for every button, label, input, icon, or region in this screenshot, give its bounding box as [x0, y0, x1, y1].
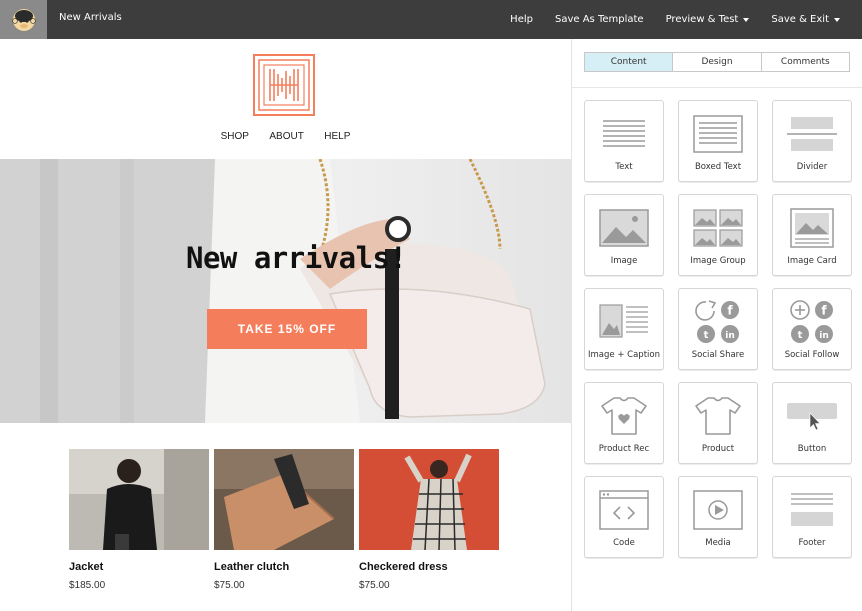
block-label: Image Card — [787, 256, 837, 266]
product-name: Jacket — [69, 561, 104, 573]
block-label: Text — [615, 162, 633, 172]
preview-test-menu[interactable]: Preview & Test — [666, 14, 750, 25]
tab-comments[interactable]: Comments — [761, 53, 849, 71]
product-card-checkered-dress[interactable]: Checkered dress $75.00 — [359, 449, 499, 591]
product-name: Leather clutch — [214, 561, 290, 573]
block-label: Social Follow — [784, 350, 840, 360]
content-blocks-grid: Text Boxed Text Divider Image Image Grou… — [584, 100, 854, 558]
product-image-jacket — [69, 449, 209, 550]
divider-icon — [773, 111, 851, 157]
image-group-icon — [679, 205, 757, 251]
save-exit-menu[interactable]: Save & Exit — [771, 14, 840, 25]
svg-text:in: in — [725, 331, 735, 341]
block-social-follow[interactable]: f t in Social Follow — [772, 288, 852, 370]
block-label: Boxed Text — [694, 162, 742, 172]
brand-logo-icon[interactable] — [253, 54, 315, 116]
save-exit-label: Save & Exit — [771, 14, 829, 25]
image-icon — [585, 205, 663, 251]
help-menu[interactable]: Help — [510, 14, 533, 25]
image-card-icon — [773, 205, 851, 251]
email-nav: SHOP ABOUT HELP — [0, 126, 571, 144]
button-icon — [773, 393, 851, 439]
social-share-icon: f t in — [679, 299, 757, 345]
block-label: Social Share — [691, 350, 745, 360]
block-label: Divider — [796, 162, 828, 172]
block-label: Image — [610, 256, 638, 266]
product-card-jacket[interactable]: Jacket $185.00 — [69, 449, 209, 591]
mailchimp-logo-icon[interactable] — [0, 0, 47, 39]
tab-content[interactable]: Content — [585, 53, 674, 71]
top-bar: New Arrivals Help Save As Template Previ… — [0, 0, 862, 39]
nav-help-link[interactable]: HELP — [324, 131, 350, 142]
help-menu-label: Help — [510, 14, 533, 25]
product-image-leather-clutch — [214, 449, 354, 550]
block-product[interactable]: Product — [678, 382, 758, 464]
svg-text:f: f — [821, 304, 827, 318]
editor-sidebar: Content Design Comments Text Boxed Text … — [571, 39, 862, 611]
nav-about-link[interactable]: ABOUT — [269, 131, 303, 142]
svg-text:in: in — [819, 331, 829, 341]
block-footer[interactable]: Footer — [772, 476, 852, 558]
chevron-down-icon — [743, 17, 750, 22]
nav-shop-link[interactable]: SHOP — [221, 131, 249, 142]
text-icon — [585, 111, 663, 157]
save-as-template-label: Save As Template — [554, 14, 644, 25]
block-image-group[interactable]: Image Group — [678, 194, 758, 276]
block-image-card[interactable]: Image Card — [772, 194, 852, 276]
save-as-template-menu[interactable]: Save As Template — [555, 14, 644, 25]
boxed-text-icon — [679, 111, 757, 157]
tabs-divider — [572, 87, 862, 88]
block-button[interactable]: Button — [772, 382, 852, 464]
product-grid: Jacket $185.00 Leather clutch $75.00 Che… — [69, 449, 504, 591]
block-label: Media — [705, 538, 731, 548]
hero-title: New arrivals! — [186, 241, 407, 275]
block-label: Button — [797, 444, 827, 454]
code-icon — [585, 487, 663, 533]
product-name: Checkered dress — [359, 561, 448, 573]
svg-text:f: f — [727, 304, 733, 318]
block-label: Image Group — [690, 256, 746, 266]
preview-test-label: Preview & Test — [665, 14, 739, 25]
tab-design[interactable]: Design — [673, 53, 762, 71]
chevron-down-icon — [834, 17, 840, 22]
block-text[interactable]: Text — [584, 100, 664, 182]
block-image-caption[interactable]: Image + Caption — [584, 288, 664, 370]
product-image-checkered-dress — [359, 449, 499, 550]
block-media[interactable]: Media — [678, 476, 758, 558]
block-code[interactable]: Code — [584, 476, 664, 558]
image-caption-icon — [585, 299, 663, 345]
hero-cta-button[interactable]: TAKE 15% OFF — [207, 309, 367, 349]
footer-icon — [773, 487, 851, 533]
block-label: Code — [613, 538, 635, 548]
top-menu: Help Save As Template Preview & Test Sav… — [510, 0, 862, 39]
product-icon — [679, 393, 757, 439]
sidebar-tabs: Content Design Comments — [584, 52, 850, 72]
product-card-leather-clutch[interactable]: Leather clutch $75.00 — [214, 449, 354, 591]
hero-banner[interactable]: New arrivals! TAKE 15% OFF — [0, 159, 571, 423]
media-icon — [679, 487, 757, 533]
social-follow-icon: f t in — [773, 299, 851, 345]
block-image[interactable]: Image — [584, 194, 664, 276]
block-social-share[interactable]: f t in Social Share — [678, 288, 758, 370]
campaign-title: New Arrivals — [59, 12, 122, 23]
product-price: $75.00 — [359, 580, 390, 591]
product-price: $75.00 — [214, 580, 245, 591]
block-label: Footer — [798, 538, 826, 548]
block-product-rec[interactable]: Product Rec — [584, 382, 664, 464]
svg-text:t: t — [704, 330, 709, 341]
product-rec-icon — [585, 393, 663, 439]
block-boxed-text[interactable]: Boxed Text — [678, 100, 758, 182]
block-divider[interactable]: Divider — [772, 100, 852, 182]
block-label: Image + Caption — [588, 350, 660, 360]
product-price: $185.00 — [69, 580, 106, 591]
svg-text:t: t — [798, 330, 803, 341]
block-label: Product — [701, 444, 735, 454]
email-canvas[interactable]: SHOP ABOUT HELP New arrivals! TAKE 15% O… — [0, 39, 571, 611]
block-label: Product Rec — [598, 444, 650, 454]
hero-image — [0, 159, 546, 423]
